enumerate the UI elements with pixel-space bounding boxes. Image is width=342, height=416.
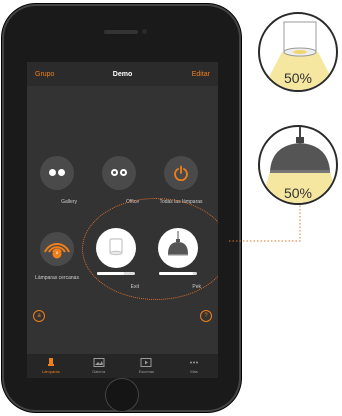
zoom-spotlight-percent: 50% [283,70,313,86]
zoom-pendant: 50% [258,125,338,205]
zoom-pendant-percent: 50% [283,185,313,201]
zoom-spotlight: 50% [258,12,338,92]
